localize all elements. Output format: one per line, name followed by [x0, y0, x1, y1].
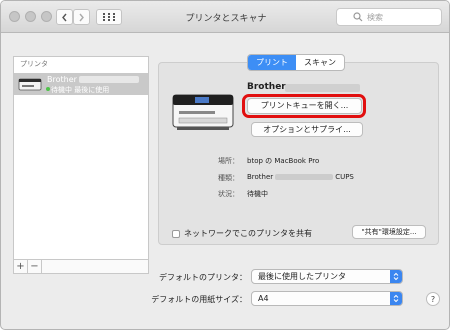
chevron-right-icon [79, 13, 84, 21]
default-printer-select[interactable]: 最後に使用したプリンタ [251, 269, 403, 284]
close-window-button[interactable] [9, 11, 20, 22]
back-button[interactable] [56, 9, 73, 25]
search-placeholder: 検索 [367, 12, 383, 22]
add-printer-button[interactable]: + [14, 260, 28, 273]
share-printer-row[interactable]: ネットワークでこのプリンタを共有 [172, 228, 312, 239]
forward-button[interactable] [73, 9, 90, 25]
redacted-model [285, 84, 360, 92]
options-supplies-button[interactable]: オプションとサプライ... [251, 122, 363, 137]
grid-icon [103, 13, 115, 21]
printer-name: Brother [47, 75, 140, 84]
highlight-annotation [242, 94, 366, 118]
zoom-window-button[interactable] [41, 11, 52, 22]
printer-list-header: プリンタ [20, 60, 48, 68]
sharing-preferences-button[interactable]: "共有"環境設定... [352, 225, 426, 239]
kind-key: 種類： [218, 174, 239, 182]
printer-icon [18, 78, 42, 91]
printers-scanners-window: プリンタとスキャナ 検索 プリンタ Brother 待機中 最後に使用 + − [0, 0, 450, 330]
search-input[interactable]: 検索 [336, 8, 442, 26]
location-value: btop の MacBook Pro [247, 157, 320, 165]
updown-arrow-icon [390, 270, 402, 283]
updown-arrow-icon [390, 292, 402, 305]
printer-title: Brother [247, 82, 286, 92]
printer-list-footer: + − [13, 260, 149, 274]
tab-bar: プリント スキャン [247, 54, 345, 71]
share-label: ネットワークでこのプリンタを共有 [184, 229, 312, 238]
show-all-button[interactable] [96, 9, 122, 25]
chevron-left-icon [62, 13, 67, 21]
tab-print[interactable]: プリント [248, 55, 296, 70]
minimize-window-button[interactable] [25, 11, 36, 22]
kind-value: Brother CUPS [247, 173, 354, 181]
default-paper-label: デフォルトの用紙サイズ： [151, 295, 247, 304]
default-paper-select[interactable]: A4 [251, 291, 403, 306]
search-icon [353, 12, 363, 22]
default-printer-label: デフォルトのプリンタ： [159, 273, 247, 282]
default-paper-value: A4 [258, 294, 269, 303]
printer-image-icon [172, 94, 234, 130]
location-key: 場所： [218, 157, 239, 165]
status-value: 待機中 [247, 190, 268, 198]
status-key: 状況： [218, 190, 239, 198]
status-dot [46, 87, 50, 91]
default-printer-value: 最後に使用したプリンタ [258, 272, 346, 281]
printer-status: 待機中 最後に使用 [51, 86, 110, 94]
title-bar: プリンタとスキャナ 検索 [1, 1, 449, 33]
printer-list[interactable]: プリンタ Brother 待機中 最後に使用 [13, 56, 149, 260]
tab-scan[interactable]: スキャン [296, 55, 344, 70]
share-checkbox[interactable] [172, 229, 180, 238]
window-title: プリンタとスキャナ [185, 14, 267, 24]
help-button[interactable]: ? [426, 292, 440, 306]
remove-printer-button[interactable]: − [28, 260, 42, 273]
printer-list-item[interactable]: Brother 待機中 最後に使用 [14, 73, 148, 95]
